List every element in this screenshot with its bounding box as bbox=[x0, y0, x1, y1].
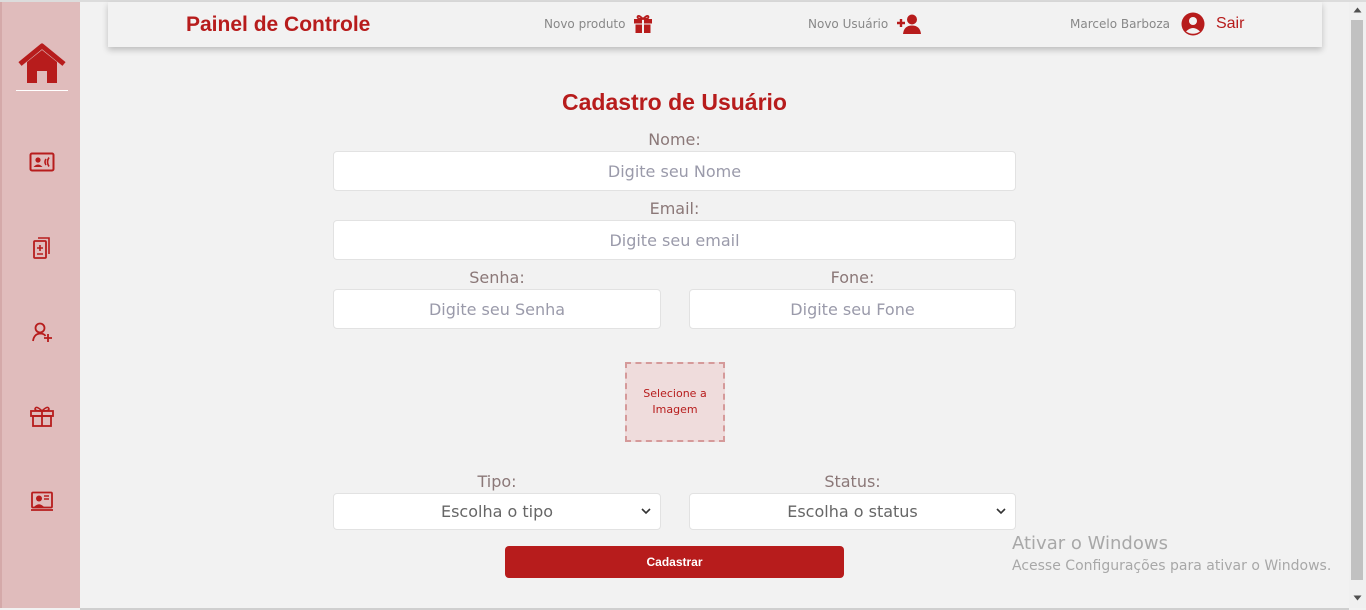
scroll-up-icon[interactable] bbox=[1353, 6, 1362, 14]
email-label: Email: bbox=[649, 199, 700, 218]
submit-button[interactable]: Cadastrar bbox=[505, 546, 844, 578]
new-user-label: Novo Usuário bbox=[808, 17, 889, 31]
document-icon bbox=[33, 237, 50, 259]
phone-input[interactable] bbox=[689, 289, 1016, 329]
top-navbar: Painel de Controle Novo produto Novo Usu… bbox=[108, 2, 1322, 47]
name-label: Nome: bbox=[648, 130, 701, 149]
sidebar bbox=[0, 2, 80, 608]
sidebar-item-users[interactable] bbox=[28, 318, 56, 346]
status-label: Status: bbox=[824, 472, 881, 491]
sidebar-item-contacts[interactable] bbox=[28, 148, 56, 176]
type-select-value: Escolha o tipo bbox=[440, 502, 554, 521]
status-select-value: Escolha o status bbox=[787, 502, 918, 521]
type-select[interactable]: Escolha o tipo bbox=[333, 493, 661, 530]
image-upload[interactable]: Selecione a Imagem bbox=[625, 362, 725, 442]
user-plus-icon bbox=[897, 14, 922, 34]
activation-watermark-title: Ativar o Windows bbox=[1012, 533, 1168, 554]
user-name: Marcelo Barboza bbox=[1070, 17, 1170, 31]
scrollbar-thumb[interactable] bbox=[1351, 20, 1363, 580]
sidebar-item-documents[interactable] bbox=[28, 234, 56, 262]
gift-icon bbox=[634, 14, 653, 33]
new-product-link[interactable]: Novo produto bbox=[544, 14, 653, 34]
name-input[interactable] bbox=[333, 151, 1016, 191]
logout-link[interactable]: Sair bbox=[1216, 15, 1244, 33]
user-menu[interactable]: Marcelo Barboza Sair bbox=[1070, 12, 1244, 36]
form-title: Cadastro de Usuário bbox=[562, 89, 787, 115]
brand-title[interactable]: Painel de Controle bbox=[186, 13, 370, 37]
sidebar-item-products[interactable] bbox=[28, 402, 56, 430]
new-user-link[interactable]: Novo Usuário bbox=[808, 14, 922, 34]
home-icon bbox=[18, 43, 66, 83]
password-label: Senha: bbox=[469, 268, 525, 287]
email-input[interactable] bbox=[333, 220, 1016, 260]
phone-label: Fone: bbox=[830, 268, 875, 287]
gift-icon bbox=[30, 406, 54, 427]
presentation-icon bbox=[31, 491, 53, 511]
contact-card-icon bbox=[29, 152, 55, 172]
scroll-down-icon[interactable] bbox=[1353, 594, 1362, 602]
vertical-scrollbar[interactable] bbox=[1349, 2, 1366, 608]
status-select[interactable]: Escolha o status bbox=[689, 493, 1016, 530]
account-circle-icon bbox=[1181, 12, 1205, 36]
type-label: Tipo: bbox=[477, 472, 517, 491]
sidebar-item-home[interactable] bbox=[16, 42, 68, 91]
sidebar-item-presentations[interactable] bbox=[28, 487, 56, 515]
new-product-label: Novo produto bbox=[544, 17, 626, 31]
user-add-icon bbox=[32, 322, 52, 342]
image-upload-label: Selecione a Imagem bbox=[643, 387, 707, 416]
chevron-down-icon bbox=[641, 508, 651, 515]
password-input[interactable] bbox=[333, 289, 661, 329]
activation-watermark-subtitle: Acesse Configurações para ativar o Windo… bbox=[1012, 558, 1332, 574]
chevron-down-icon bbox=[996, 508, 1006, 515]
